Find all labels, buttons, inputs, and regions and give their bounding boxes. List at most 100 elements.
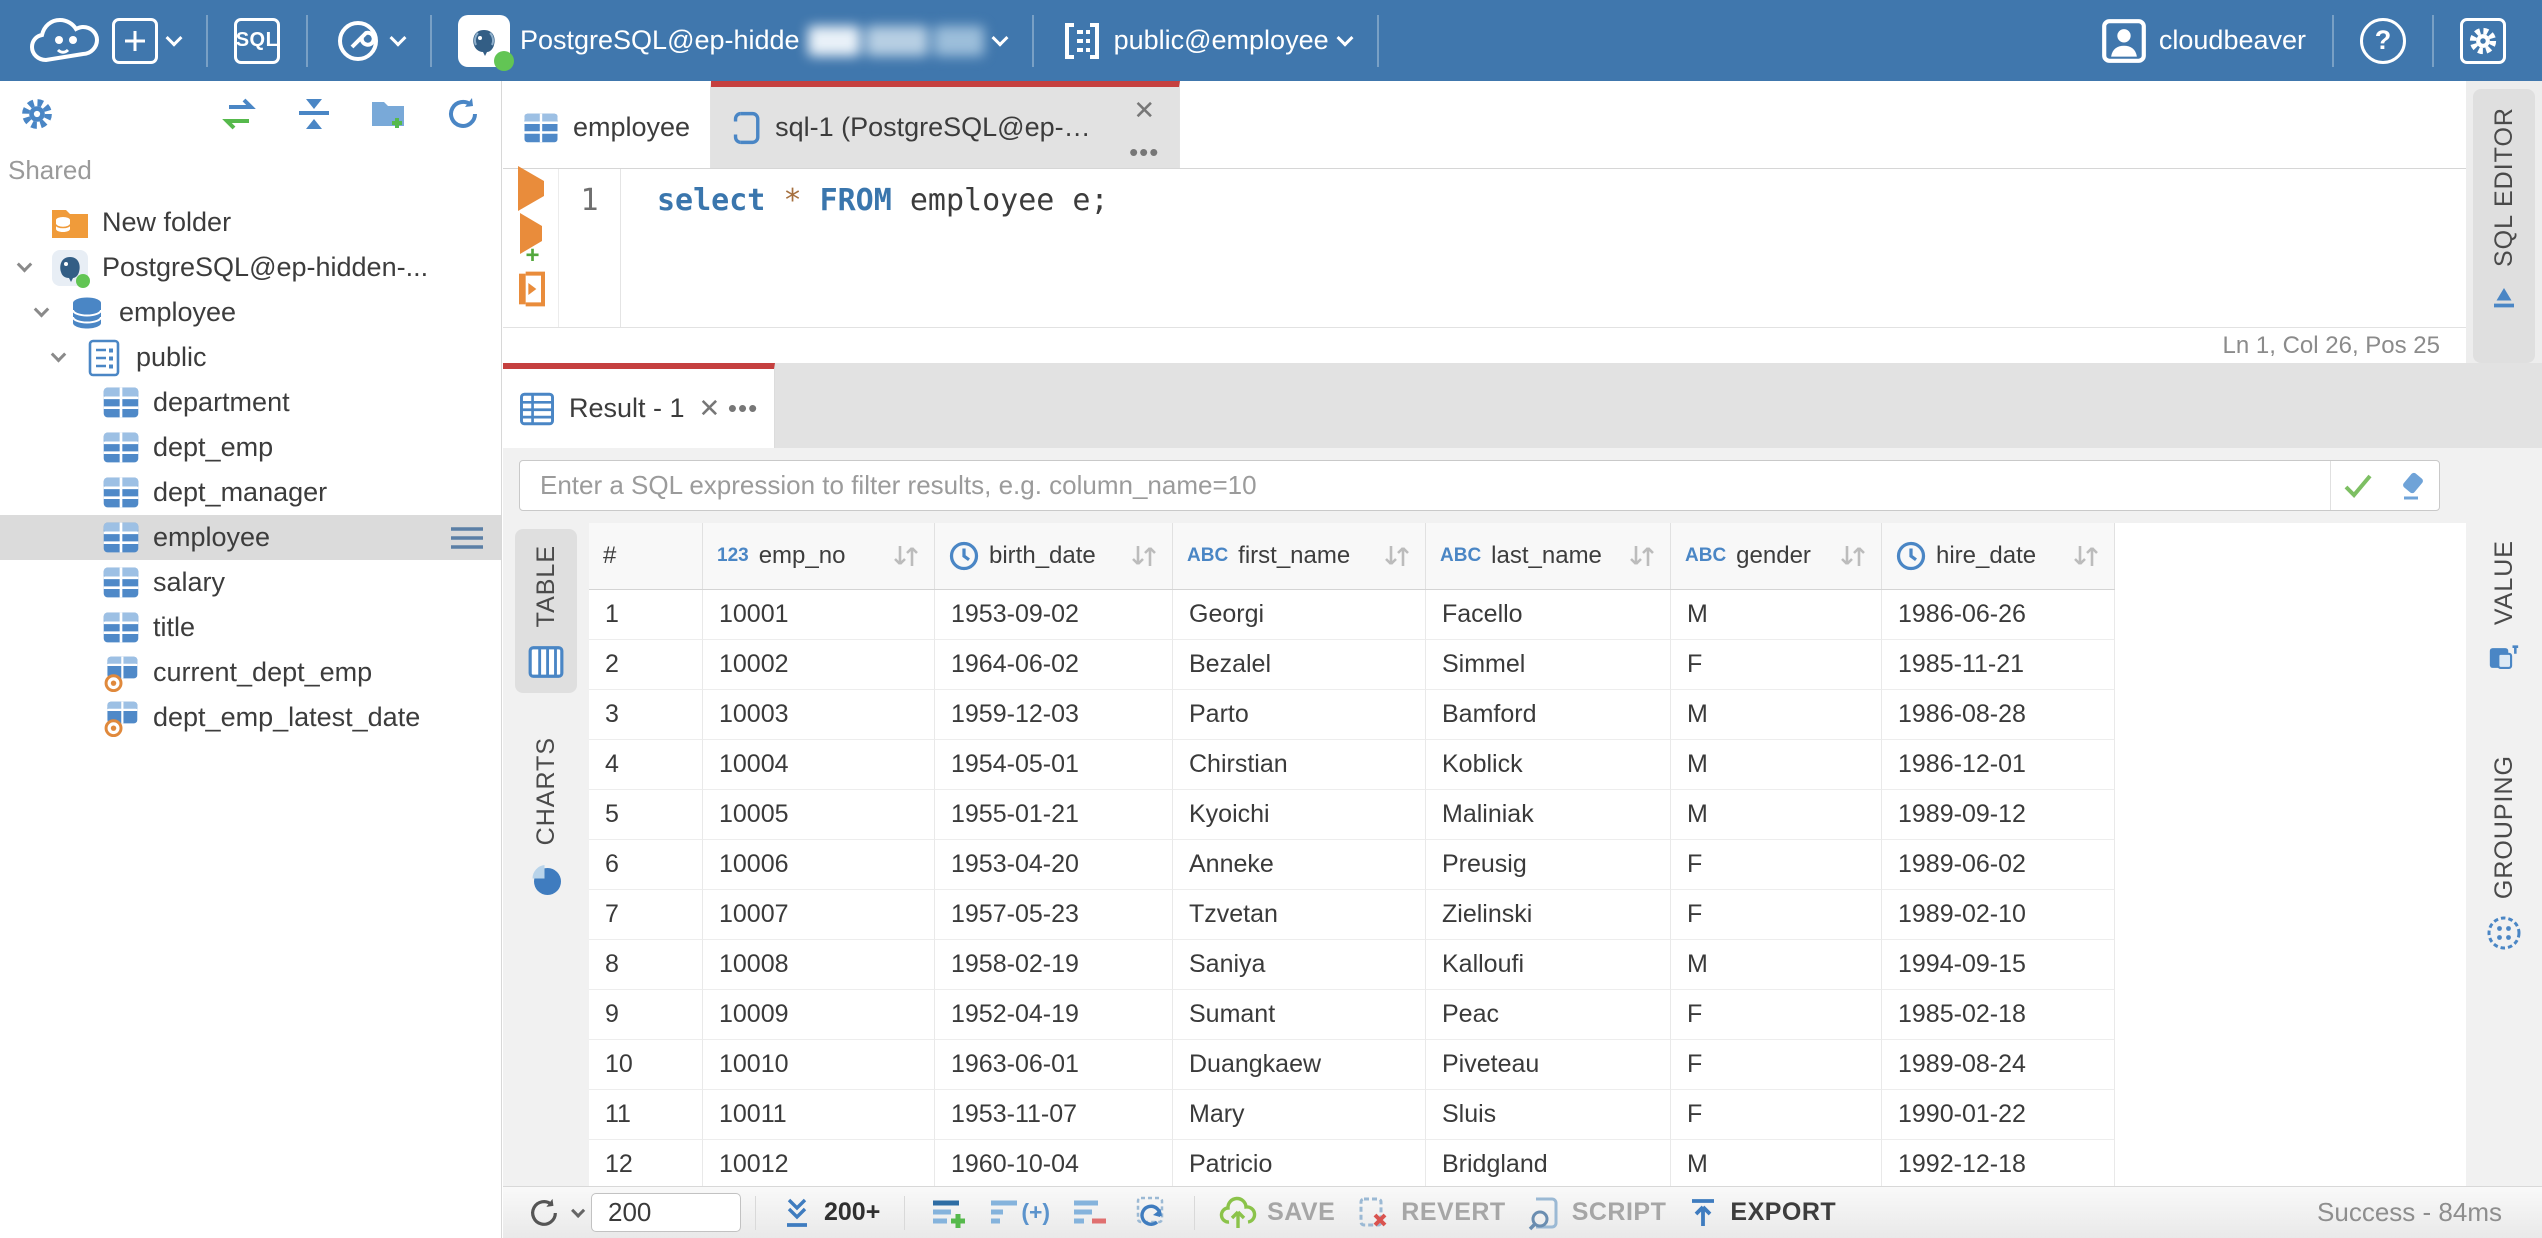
data-cell[interactable]: Bamford	[1426, 690, 1671, 740]
sql-code-line[interactable]: select * FROM employee e;	[621, 169, 2466, 327]
data-cell[interactable]: 1989-09-12	[1882, 790, 2115, 840]
data-cell[interactable]: 1994-09-15	[1882, 940, 2115, 990]
data-cell[interactable]: M	[1671, 690, 1882, 740]
data-cell[interactable]: 10008	[703, 940, 935, 990]
delete-row-button[interactable]	[1060, 1187, 1120, 1238]
data-cell[interactable]: Koblick	[1426, 740, 1671, 790]
tab-menu-icon[interactable]: •••	[1129, 139, 1159, 165]
data-cell[interactable]: 1985-11-21	[1882, 640, 2115, 690]
data-cell[interactable]: M	[1671, 790, 1882, 840]
duplicate-row-button[interactable]: (+)	[979, 1187, 1060, 1238]
sort-icon[interactable]	[1837, 542, 1867, 570]
data-cell[interactable]: 1989-02-10	[1882, 890, 2115, 940]
data-cell[interactable]: Patricio	[1173, 1140, 1426, 1186]
data-cell[interactable]: Preusig	[1426, 840, 1671, 890]
row-limit-input[interactable]	[591, 1193, 741, 1232]
execution-plan-button[interactable]	[515, 271, 547, 307]
tree-item-dept-manager[interactable]: dept_manager	[0, 470, 501, 515]
data-cell[interactable]: 10005	[703, 790, 935, 840]
data-cell[interactable]: 1953-09-02	[935, 590, 1173, 640]
tree-item-salary[interactable]: salary	[0, 560, 501, 605]
filter-input[interactable]	[520, 470, 2330, 501]
export-button[interactable]: EXPORT	[1676, 1187, 1846, 1238]
data-cell[interactable]: 1963-06-01	[935, 1040, 1173, 1090]
execute-query-button[interactable]	[517, 166, 544, 211]
link-editor-button[interactable]	[219, 97, 259, 131]
data-cell[interactable]: 1990-01-22	[1882, 1090, 2115, 1140]
tab-value-panel[interactable]: VALUE	[2473, 522, 2535, 689]
tab-table-view[interactable]: TABLE	[515, 529, 577, 694]
tab-employee[interactable]: employee	[503, 81, 712, 168]
sort-icon[interactable]	[1128, 542, 1158, 570]
data-cell[interactable]: 1992-12-18	[1882, 1140, 2115, 1186]
script-button[interactable]: SCRIPT	[1516, 1187, 1677, 1238]
data-cell[interactable]: Saniya	[1173, 940, 1426, 990]
collapse-all-button[interactable]	[295, 97, 333, 131]
data-cell[interactable]: Sluis	[1426, 1090, 1671, 1140]
data-cell[interactable]: Zielinski	[1426, 890, 1671, 940]
close-icon[interactable]: ✕	[1133, 97, 1155, 123]
data-cell[interactable]: 10010	[703, 1040, 935, 1090]
revert-button[interactable]: REVERT	[1345, 1187, 1515, 1238]
sidebar-settings-button[interactable]	[20, 97, 54, 131]
new-folder-button[interactable]	[369, 96, 409, 132]
data-cell[interactable]: F	[1671, 840, 1882, 890]
data-cell[interactable]: 1985-02-18	[1882, 990, 2115, 1040]
execute-new-tab-button[interactable]: +	[519, 213, 542, 269]
user-menu-button[interactable]: cloudbeaver	[2087, 0, 2318, 81]
data-cell[interactable]: 10011	[703, 1090, 935, 1140]
tree-item-public[interactable]: public	[0, 335, 501, 380]
data-cell[interactable]: 1960-10-04	[935, 1140, 1173, 1186]
data-cell[interactable]: Georgi	[1173, 590, 1426, 640]
tree-item-title[interactable]: title	[0, 605, 501, 650]
data-cell[interactable]: Parto	[1173, 690, 1426, 740]
tree-item-employee[interactable]: employee	[0, 515, 501, 560]
data-cell[interactable]: 1954-05-01	[935, 740, 1173, 790]
data-cell[interactable]: F	[1671, 890, 1882, 940]
data-cell[interactable]: 1986-12-01	[1882, 740, 2115, 790]
chevron-expanded-icon[interactable]	[27, 299, 55, 327]
revert-cell-button[interactable]	[1120, 1187, 1180, 1238]
data-cell[interactable]: Mary	[1173, 1090, 1426, 1140]
tree-item-employee[interactable]: employee	[0, 290, 501, 335]
data-cell[interactable]: Maliniak	[1426, 790, 1671, 840]
data-cell[interactable]: Duangkaew	[1173, 1040, 1426, 1090]
sort-icon[interactable]	[2070, 542, 2100, 570]
grid-header-emp_no[interactable]: 123 emp_no	[703, 523, 935, 589]
data-cell[interactable]: M	[1671, 740, 1882, 790]
sort-icon[interactable]	[890, 542, 920, 570]
data-cell[interactable]: 1955-01-21	[935, 790, 1173, 840]
data-cell[interactable]: 10004	[703, 740, 935, 790]
data-cell[interactable]: 10009	[703, 990, 935, 1040]
data-cell[interactable]: Sumant	[1173, 990, 1426, 1040]
grid-header-last_name[interactable]: ABC last_name	[1426, 523, 1671, 589]
tree-item-dept-emp[interactable]: dept_emp	[0, 425, 501, 470]
data-cell[interactable]: 1959-12-03	[935, 690, 1173, 740]
data-cell[interactable]: 1964-06-02	[935, 640, 1173, 690]
chevron-expanded-icon[interactable]	[44, 344, 72, 372]
data-cell[interactable]: 10007	[703, 890, 935, 940]
connection-selector[interactable]: PostgreSQL@ep-hidde	[446, 0, 1018, 81]
data-cell[interactable]: F	[1671, 640, 1882, 690]
data-cell[interactable]: F	[1671, 990, 1882, 1040]
data-cell[interactable]: Peac	[1426, 990, 1671, 1040]
data-cell[interactable]: 1986-08-28	[1882, 690, 2115, 740]
tree-item-new-folder[interactable]: New folder	[0, 200, 501, 245]
tab-sql-editor-tools[interactable]: SQL EDITOR	[2473, 89, 2535, 363]
refresh-tree-button[interactable]	[445, 96, 481, 132]
refresh-result-button[interactable]	[517, 1187, 591, 1238]
apply-filter-button[interactable]	[2331, 461, 2385, 510]
data-cell[interactable]: 10012	[703, 1140, 935, 1186]
data-cell[interactable]: F	[1671, 1090, 1882, 1140]
data-cell[interactable]: 1958-02-19	[935, 940, 1173, 990]
help-button[interactable]: ?	[2348, 0, 2418, 81]
data-cell[interactable]: M	[1671, 940, 1882, 990]
data-cell[interactable]: Simmel	[1426, 640, 1671, 690]
sql-editor-button[interactable]: SQL	[222, 0, 292, 81]
new-connection-button[interactable]	[100, 0, 192, 81]
grid-header-gender[interactable]: ABC gender	[1671, 523, 1882, 589]
tab-grouping-panel[interactable]: GROUPING	[2473, 737, 2535, 965]
data-cell[interactable]: 10002	[703, 640, 935, 690]
data-cell[interactable]: Tzvetan	[1173, 890, 1426, 940]
tree-item-department[interactable]: department	[0, 380, 501, 425]
